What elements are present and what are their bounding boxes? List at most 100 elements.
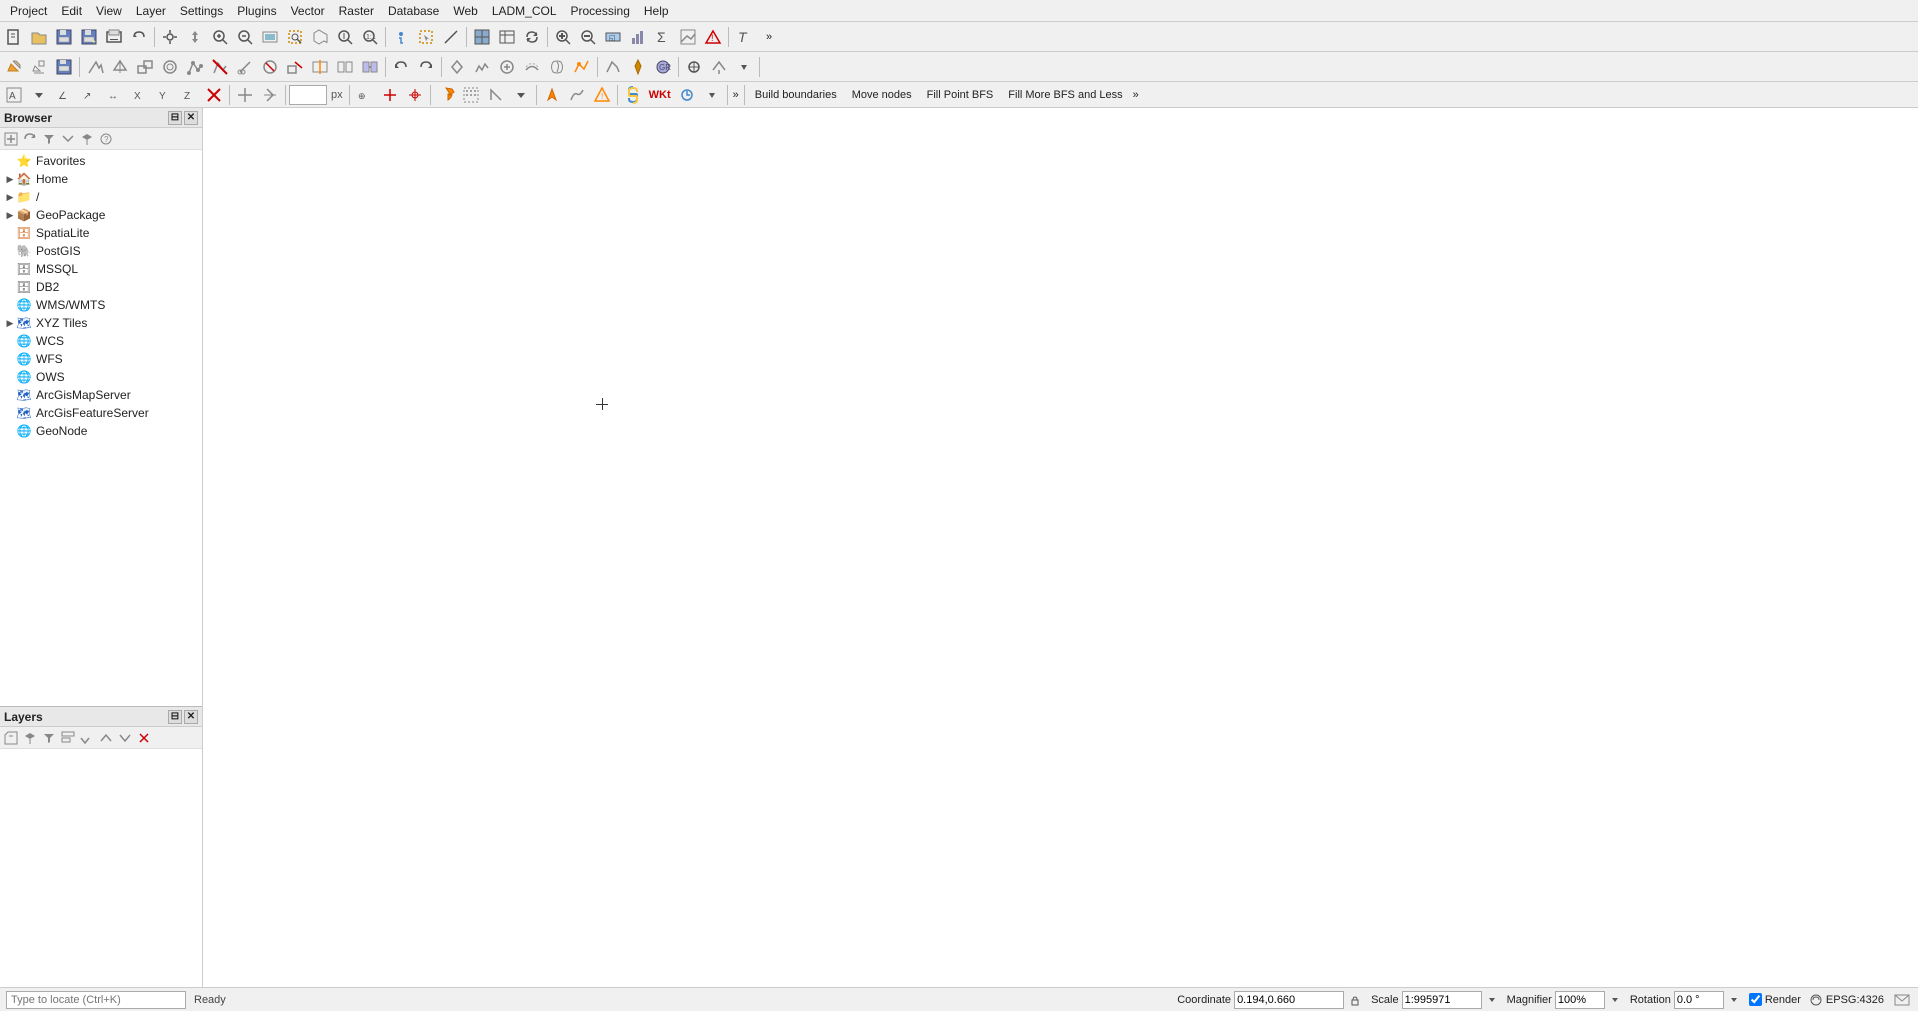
lock-angle-2-button[interactable] [484, 83, 508, 107]
delete-selected-button[interactable] [208, 55, 232, 79]
scale-input[interactable] [1402, 991, 1482, 1009]
snap-to-grid-button[interactable] [459, 83, 483, 107]
print-layout-button[interactable] [102, 25, 126, 49]
build-boundaries-button[interactable]: Build boundaries [748, 84, 844, 106]
menu-plugins[interactable]: Plugins [231, 2, 282, 20]
scale-dropdown-button[interactable] [1485, 992, 1499, 1008]
browser-float-button[interactable]: ⊟ [168, 111, 182, 125]
add-sum-button[interactable]: Σ [651, 25, 675, 49]
more-button-1[interactable]: ! [701, 25, 725, 49]
browser-refresh-button[interactable] [21, 130, 39, 148]
menu-ladm-col[interactable]: LADM_COL [486, 2, 563, 20]
layers-move-down-button[interactable] [116, 729, 134, 747]
add-anchor-button[interactable] [434, 83, 458, 107]
plugin-dropdown-button[interactable] [700, 83, 724, 107]
plugin-options-button[interactable] [675, 83, 699, 107]
browser-item-ows[interactable]: 🌐 OWS [0, 368, 202, 386]
reshape-button[interactable] [601, 55, 625, 79]
coordinate-input[interactable] [1234, 991, 1344, 1009]
stats-button[interactable] [626, 25, 650, 49]
fill-more-bfs-button[interactable]: Fill More BFS and Less [1001, 84, 1129, 106]
lock-bearing-button[interactable]: ↗ [77, 83, 101, 107]
font-size-input[interactable]: 12 [289, 85, 327, 105]
browser-filter-button[interactable] [40, 130, 58, 148]
browser-help-button[interactable]: ? [97, 130, 115, 148]
new-project-button[interactable] [2, 25, 26, 49]
browser-add-button[interactable] [2, 130, 20, 148]
toolbar-more-button[interactable]: » [757, 25, 781, 49]
lock-bearing-3-button[interactable] [540, 83, 564, 107]
split-features-button[interactable] [308, 55, 332, 79]
pan-map-2-button[interactable] [233, 83, 257, 107]
text-annotation-button[interactable]: T [732, 25, 756, 49]
menu-vector[interactable]: Vector [285, 2, 331, 20]
tracing-button[interactable] [570, 55, 594, 79]
browser-item-root[interactable]: ▶ 📁 / [0, 188, 202, 206]
add-ring-button[interactable] [108, 55, 132, 79]
layers-more-button[interactable] [78, 729, 96, 747]
wkt-plugin-label[interactable]: WKt [646, 89, 674, 101]
browser-item-wms[interactable]: 🌐 WMS/WMTS [0, 296, 202, 314]
vertex-tool-button[interactable] [183, 55, 207, 79]
browser-item-home[interactable]: ▶ 🏠 Home [0, 170, 202, 188]
browser-item-mssql[interactable]: 🗄 MSSQL [0, 260, 202, 278]
identify-button[interactable] [389, 25, 413, 49]
cut-features-button[interactable] [233, 55, 257, 79]
menu-settings[interactable]: Settings [174, 2, 229, 20]
undo-button[interactable] [389, 55, 413, 79]
lock-angle-button[interactable]: ∠ [52, 83, 76, 107]
messages-button[interactable] [1892, 990, 1912, 1010]
menu-project[interactable]: Project [4, 2, 53, 20]
layers-filter-button[interactable] [40, 729, 58, 747]
browser-item-geonode[interactable]: 🌐 GeoNode [0, 422, 202, 440]
browser-item-geopackage[interactable]: ▶ 📦 GeoPackage [0, 206, 202, 224]
lock-z-button[interactable]: Z [177, 83, 201, 107]
zoom-in-map-button[interactable] [551, 25, 575, 49]
select-feature-button[interactable] [414, 25, 438, 49]
offset-line-button[interactable] [520, 55, 544, 79]
snapping-button[interactable] [682, 55, 706, 79]
simplify-feature-button[interactable] [470, 55, 494, 79]
open-table-button[interactable] [495, 25, 519, 49]
snap-drop-btn[interactable] [509, 83, 533, 107]
rotate-button[interactable] [445, 55, 469, 79]
menu-database[interactable]: Database [382, 2, 445, 20]
pin-button[interactable] [626, 55, 650, 79]
rotation-dropdown-button[interactable] [1727, 992, 1741, 1008]
redo-button[interactable] [414, 55, 438, 79]
coordinate-lock-button[interactable] [1347, 992, 1363, 1008]
add-part-button[interactable] [133, 55, 157, 79]
zoom-native-button[interactable]: 1:1 [358, 25, 382, 49]
toolbar4-more-button[interactable]: » [1131, 89, 1141, 101]
layers-close-button[interactable]: ✕ [184, 710, 198, 724]
save-project-as-button[interactable]: + [77, 25, 101, 49]
pan-map-button[interactable] [183, 25, 207, 49]
browser-item-spatialite[interactable]: 🗄 SpatiaLite [0, 224, 202, 242]
map-canvas[interactable] [203, 108, 1918, 987]
browser-close-button[interactable]: ✕ [184, 111, 198, 125]
rotation-input[interactable] [1674, 991, 1724, 1009]
lock-y-button[interactable]: Y [152, 83, 176, 107]
smart-snap-options-button[interactable] [403, 83, 427, 107]
freehand-button[interactable] [565, 83, 589, 107]
clear-lock-button[interactable] [202, 83, 226, 107]
more-snapping-button[interactable] [707, 55, 731, 79]
layers-move-up-button[interactable] [97, 729, 115, 747]
geom-checker-button[interactable]: ! [590, 83, 614, 107]
browser-add-layer-button[interactable] [78, 130, 96, 148]
menu-web[interactable]: Web [447, 2, 483, 20]
zoom-full-button[interactable] [258, 25, 282, 49]
undo-view-button[interactable] [127, 25, 151, 49]
python-button[interactable] [621, 83, 645, 107]
smart-snap-button[interactable]: ⊕ [353, 83, 377, 107]
fill-ring-button[interactable] [158, 55, 182, 79]
locate-search-input[interactable] [6, 991, 186, 1009]
zoom-last-button[interactable] [333, 25, 357, 49]
smart-snap-x-button[interactable] [378, 83, 402, 107]
zoom-layer-button[interactable] [308, 25, 332, 49]
browser-item-postgis[interactable]: 🐘 PostGIS [0, 242, 202, 260]
georef-button[interactable]: GR [651, 55, 675, 79]
delete-part-button[interactable] [283, 55, 307, 79]
browser-collapse-button[interactable] [59, 130, 77, 148]
snapping-dropdown-button[interactable] [732, 55, 756, 79]
